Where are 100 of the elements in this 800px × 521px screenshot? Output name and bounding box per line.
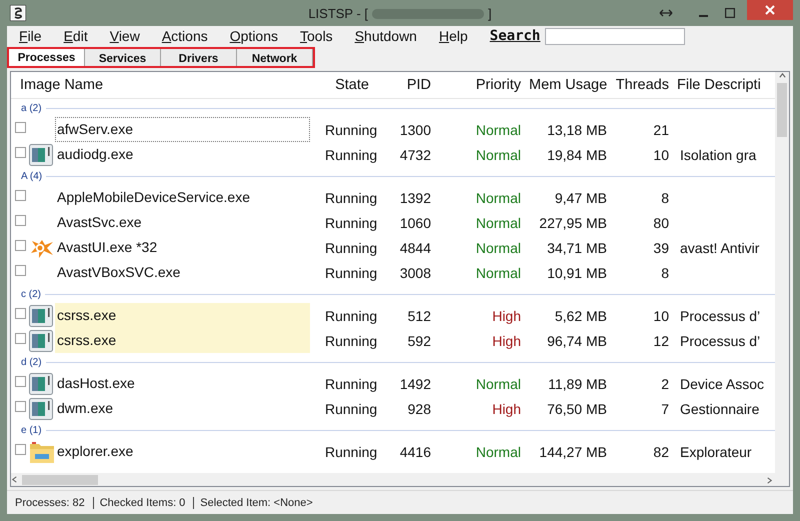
column-header[interactable]: Image Name bbox=[15, 77, 310, 93]
menu-item[interactable]: Tools bbox=[300, 28, 341, 44]
priority-cell-text: Normal bbox=[474, 444, 522, 460]
state-cell-text: Running bbox=[324, 308, 378, 324]
pid-cell-text: 1492 bbox=[398, 376, 432, 392]
memory-cell-text: 227,95 MB bbox=[538, 214, 608, 230]
memory-cell-text: 76,50 MB bbox=[546, 400, 608, 416]
pid-cell-text: 4732 bbox=[398, 146, 432, 162]
priority-cell-text: Normal bbox=[474, 146, 522, 162]
pid-cell-text: 512 bbox=[406, 308, 432, 324]
group-label[interactable]: e (1) bbox=[21, 424, 42, 436]
row-checkbox[interactable] bbox=[15, 308, 26, 319]
description-cell-text: Processus d’ bbox=[679, 332, 762, 348]
pid-cell-text: 4416 bbox=[398, 444, 432, 460]
scroll-up-icon[interactable] bbox=[778, 72, 786, 79]
memory-cell-text: 5,62 MB bbox=[554, 308, 608, 324]
row-checkbox[interactable] bbox=[15, 215, 26, 226]
column-header[interactable]: Mem Usage bbox=[524, 77, 610, 93]
row-checkbox[interactable] bbox=[15, 240, 26, 251]
pid-cell-text: 1060 bbox=[398, 214, 432, 230]
process-name[interactable]: AvastSvc.exe bbox=[55, 210, 310, 235]
memory-cell-text: 144,27 MB bbox=[538, 444, 608, 460]
process-name[interactable]: dwm.exe bbox=[55, 396, 310, 421]
pid-cell-text: 928 bbox=[406, 400, 432, 416]
state-cell-text: Running bbox=[324, 240, 378, 256]
pid-cell-text: 592 bbox=[406, 332, 432, 348]
memory-cell-text: 19,84 MB bbox=[546, 146, 608, 162]
threads-cell-text: 80 bbox=[652, 214, 670, 230]
column-header[interactable]: Priority bbox=[434, 77, 524, 93]
column-header[interactable]: Threads bbox=[610, 77, 672, 93]
group-label[interactable]: d (2) bbox=[21, 356, 42, 368]
description-cell-text: Processus d’ bbox=[679, 308, 762, 324]
app-logo-icon bbox=[10, 5, 26, 21]
column-header[interactable]: File Descripti bbox=[672, 77, 775, 93]
description-cell-text: Gestionnaire bbox=[679, 400, 760, 416]
pid-cell-text: 3008 bbox=[398, 264, 432, 280]
menu-item[interactable]: Shutdown bbox=[354, 28, 425, 44]
process-name[interactable]: audiodg.exe bbox=[55, 142, 310, 167]
menu-item[interactable]: Actions bbox=[162, 28, 216, 44]
description-cell-text: avast! Antivir bbox=[679, 240, 760, 256]
row-checkbox[interactable] bbox=[15, 122, 26, 133]
app-window-icon bbox=[29, 144, 53, 166]
search-field[interactable] bbox=[545, 28, 686, 44]
memory-cell-text: 96,74 MB bbox=[546, 332, 608, 348]
process-name[interactable]: csrss.exe bbox=[55, 328, 310, 353]
column-header[interactable]: State bbox=[310, 77, 392, 93]
status-text: Checked Items: 0 bbox=[92, 497, 194, 509]
menu-item[interactable]: Options bbox=[230, 28, 286, 44]
scroll-right-icon[interactable] bbox=[766, 476, 773, 484]
row-checkbox[interactable] bbox=[15, 265, 26, 276]
process-name[interactable]: AvastUI.exe *32 bbox=[55, 235, 310, 260]
folder-icon bbox=[29, 440, 55, 464]
pid-cell-text: 1300 bbox=[398, 122, 432, 138]
tab[interactable]: Drivers bbox=[161, 49, 237, 66]
threads-cell-text: 8 bbox=[660, 190, 670, 206]
app-window-icon bbox=[29, 372, 53, 394]
scrollbar-thumb[interactable] bbox=[777, 83, 787, 137]
group-label[interactable]: a (2) bbox=[21, 102, 42, 114]
row-checkbox[interactable] bbox=[15, 147, 26, 158]
scrollbar-thumb[interactable] bbox=[22, 474, 98, 484]
state-cell-text: Running bbox=[324, 444, 378, 460]
state-cell-text: Running bbox=[324, 332, 378, 348]
state-cell-text: Running bbox=[324, 264, 378, 280]
tab[interactable]: Network bbox=[237, 49, 313, 66]
threads-cell-text: 2 bbox=[660, 376, 670, 392]
process-name[interactable]: afwServ.exe bbox=[55, 117, 310, 142]
app-window-icon bbox=[29, 330, 53, 352]
state-cell-text: Running bbox=[324, 190, 378, 206]
maximize-icon[interactable] bbox=[725, 8, 735, 18]
priority-cell-text: Normal bbox=[474, 264, 522, 280]
description-cell-text: Explorateur bbox=[679, 444, 753, 460]
column-header[interactable]: PID bbox=[392, 77, 434, 93]
menu-item[interactable]: Help bbox=[438, 28, 476, 44]
scroll-left-icon[interactable] bbox=[11, 476, 18, 483]
row-checkbox[interactable] bbox=[15, 444, 26, 455]
tab[interactable]: Services bbox=[85, 49, 161, 66]
close-icon[interactable] bbox=[747, 0, 793, 20]
row-checkbox[interactable] bbox=[15, 376, 26, 387]
threads-cell-text: 82 bbox=[652, 444, 670, 460]
memory-cell-text: 34,71 MB bbox=[546, 240, 608, 256]
group-label[interactable]: c (2) bbox=[21, 288, 41, 300]
group-label[interactable]: A (4) bbox=[21, 170, 42, 182]
row-checkbox[interactable] bbox=[15, 190, 26, 201]
priority-cell-text: Normal bbox=[474, 190, 522, 206]
menu-item[interactable]: View bbox=[110, 28, 148, 44]
process-name[interactable]: dasHost.exe bbox=[55, 371, 310, 396]
menu-item[interactable]: File bbox=[19, 28, 50, 44]
process-name[interactable]: AvastVBoxSVC.exe bbox=[55, 260, 310, 285]
row-checkbox[interactable] bbox=[15, 333, 26, 344]
priority-cell-text: High bbox=[491, 332, 522, 348]
process-name[interactable]: AppleMobileDeviceService.exe bbox=[55, 185, 310, 210]
process-name[interactable]: csrss.exe bbox=[55, 303, 310, 328]
threads-cell-text: 10 bbox=[652, 146, 670, 162]
process-name[interactable]: explorer.exe bbox=[55, 439, 310, 464]
menu-item[interactable]: Edit bbox=[64, 28, 96, 44]
tab[interactable]: Processes bbox=[9, 49, 85, 66]
window-title-end: ] bbox=[488, 6, 492, 21]
app-window-icon bbox=[29, 304, 53, 326]
row-checkbox[interactable] bbox=[15, 401, 26, 412]
resize-icon[interactable] bbox=[659, 8, 673, 18]
